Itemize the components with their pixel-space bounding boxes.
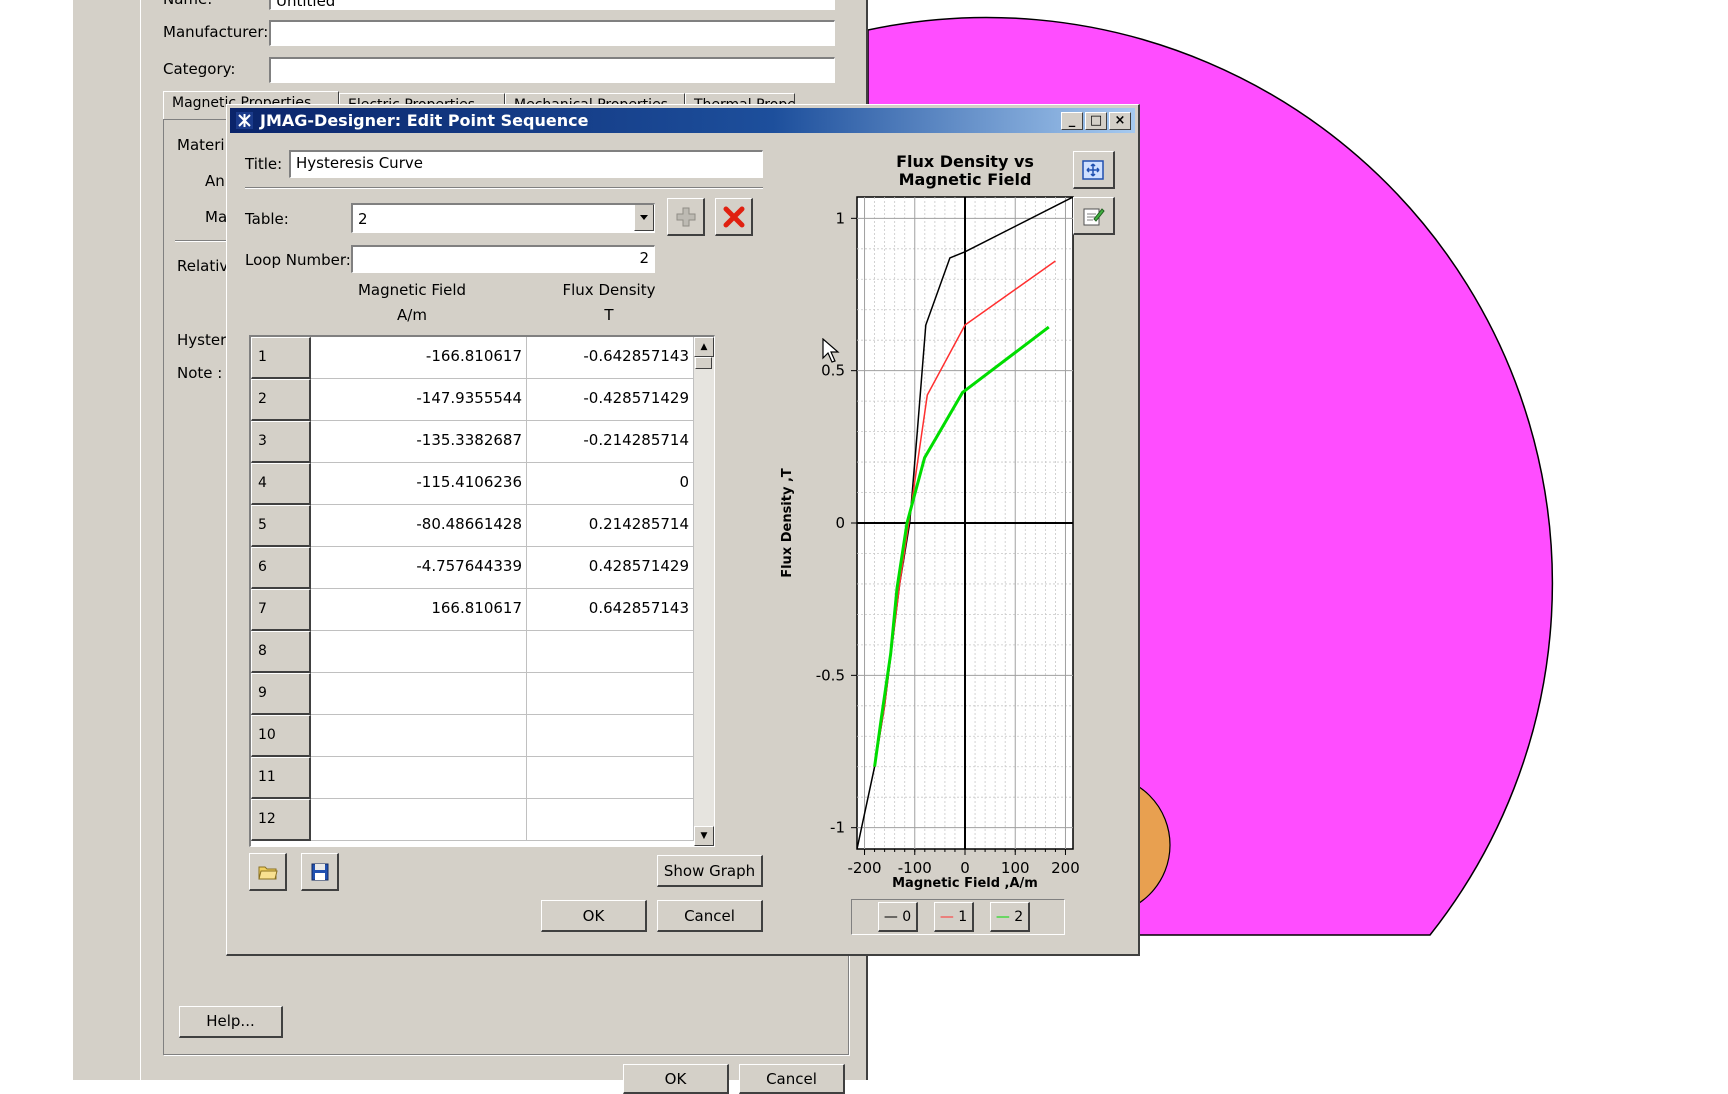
legend-label-0: 0 <box>902 909 912 925</box>
fit-view-icon <box>1082 160 1104 180</box>
name-field[interactable]: Untitled <box>269 0 835 10</box>
legend-item-1[interactable]: — 1 <box>934 902 974 932</box>
y-tick-label: -0.5 <box>816 666 845 684</box>
category-field[interactable] <box>269 57 835 83</box>
chart-title-line: Flux Density vs <box>896 152 1034 171</box>
legend-item-2[interactable]: — 2 <box>990 902 1030 932</box>
x-tick-label: -200 <box>848 859 882 877</box>
x-tick-label: 0 <box>960 859 970 877</box>
manufacturer-field[interactable] <box>269 20 835 46</box>
legend-label-1: 1 <box>958 909 968 925</box>
magnetization-label: Ma <box>205 208 228 226</box>
x-axis-label: Magnetic Field ,A/m <box>892 876 1038 891</box>
y-tick-label: 0.5 <box>821 362 845 380</box>
y-tick-label: -1 <box>830 819 845 837</box>
fit-view-button[interactable] <box>1073 151 1115 189</box>
material-label: Materi <box>177 136 225 154</box>
y-axis-label: Flux Density ,T <box>780 468 795 578</box>
edit-point-sequence-dialog: JMAG-Designer: Edit Point Sequence _ □ ×… <box>226 104 1140 956</box>
edit-graph-button[interactable] <box>1073 197 1115 235</box>
edit-notepad-icon <box>1083 208 1105 226</box>
flux-density-chart[interactable]: -200 -100 0 100 200 1 0.5 0 -0.5 -1 Flux Density v… <box>227 105 1137 953</box>
hysteresis-label: Hyster <box>177 331 227 349</box>
chart-legend: — 0 — 1 — 2 <box>851 899 1065 935</box>
chart-title-line: Magnetic Field <box>899 170 1032 189</box>
x-tick-label: 100 <box>1001 859 1030 877</box>
x-tick-label: -100 <box>898 859 932 877</box>
parent-ok-button[interactable]: OK <box>623 1064 729 1094</box>
help-button[interactable]: Help... <box>179 1006 283 1038</box>
x-tick-label: 200 <box>1051 859 1080 877</box>
category-label: Category: <box>163 60 236 78</box>
relative-label: Relativ <box>177 257 229 275</box>
legend-label-2: 2 <box>1014 909 1024 925</box>
parent-cancel-button[interactable]: Cancel <box>739 1064 845 1094</box>
anisotropy-label: An <box>205 172 225 190</box>
manufacturer-label: Manufacturer: <box>163 23 269 41</box>
legend-item-0[interactable]: — 0 <box>878 902 918 932</box>
y-tick-label: 1 <box>835 209 845 227</box>
y-tick-label: 0 <box>835 514 845 532</box>
name-label: Name: <box>163 0 212 8</box>
parent-window-frame <box>71 0 142 1080</box>
note-label: Note : <box>177 364 223 382</box>
mouse-cursor-icon <box>822 338 840 363</box>
